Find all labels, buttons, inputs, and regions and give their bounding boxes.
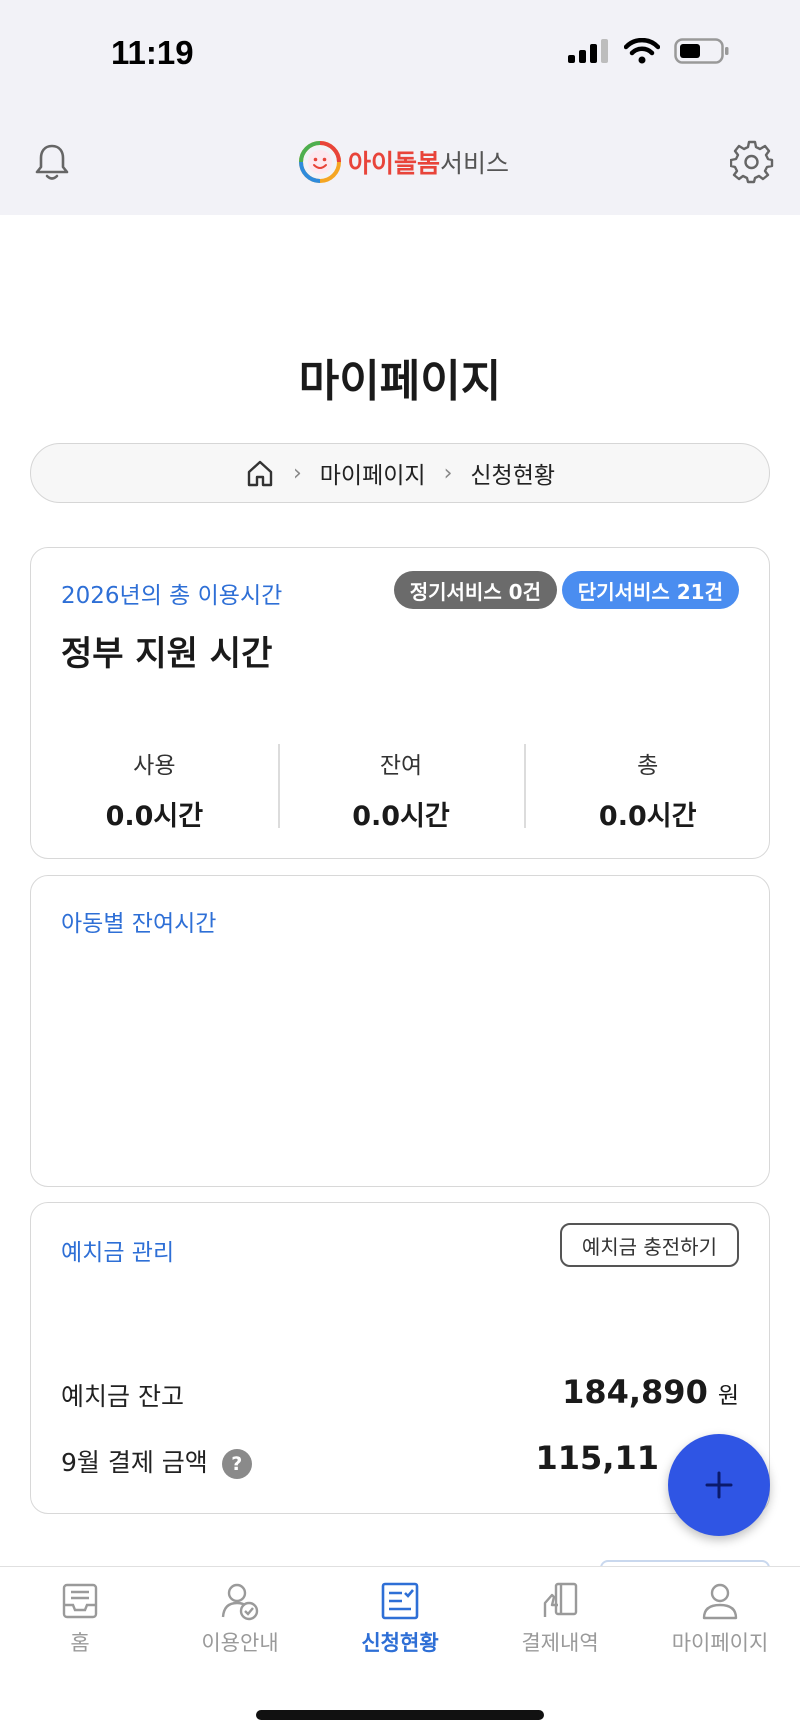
nav-home[interactable]: 홈 [0, 1581, 160, 1657]
balance-unit: 원 [717, 1383, 739, 1409]
smile-logo-icon [299, 141, 341, 183]
signal-icon [568, 39, 608, 63]
nav-guide[interactable]: 이용안내 [160, 1581, 320, 1657]
app-header: 아이돌봄서비스 [0, 110, 800, 215]
wifi-icon [624, 38, 660, 64]
payment-value: 115,11 [535, 1439, 659, 1477]
stat-label: 사용 [133, 753, 176, 779]
breadcrumb: › 마이페이지 › 신청현황 [30, 443, 770, 503]
gov-support-title: 정부 지원 시간 [61, 634, 273, 674]
card-payment-icon [543, 1582, 578, 1617]
page-title: 마이페이지 [298, 356, 502, 407]
add-fab-button[interactable] [668, 1434, 770, 1536]
stat-total: 총 0.0시간 [524, 744, 771, 832]
nav-label: 신청현황 [361, 1631, 439, 1655]
checklist-icon [381, 1582, 419, 1620]
deposit-heading: 예치금 관리 [61, 1240, 175, 1266]
battery-icon [674, 38, 729, 64]
stat-label: 잔여 [379, 753, 423, 779]
chevron-right-icon: › [443, 460, 453, 486]
home-icon[interactable] [245, 458, 275, 488]
breadcrumb-item-application-status[interactable]: 신청현황 [470, 456, 555, 490]
stat-used: 사용 0.0시간 [31, 744, 278, 832]
inbox-icon [62, 1583, 98, 1619]
child-remaining-heading: 아동별 잔여시간 [61, 911, 217, 937]
usage-stats: 사용 0.0시간 잔여 0.0시간 총 0.0시간 [31, 744, 771, 832]
stat-value: 0.0시간 [352, 801, 450, 832]
stat-remaining: 잔여 0.0시간 [277, 744, 525, 832]
help-icon[interactable]: ? [221, 1449, 252, 1479]
nav-payment-history[interactable]: 결제내역 [480, 1581, 640, 1657]
balance-value: 184,890 [562, 1373, 708, 1411]
balance-label: 예치금 잔고 [61, 1382, 184, 1411]
logo-suffix: 서비스 [440, 149, 510, 178]
usage-card: 2026년의 총 이용시간 정기서비스 0건 단기서비스 21건 정부 지원 시… [30, 547, 770, 859]
nav-mypage[interactable]: 마이페이지 [640, 1581, 800, 1657]
status-bar: 11:19 [0, 0, 800, 110]
balance-value-row: 184,890 원 [562, 1373, 739, 1411]
plus-icon [705, 1471, 733, 1499]
nav-label: 결제내역 [521, 1631, 599, 1655]
payment-label: 9월 결제 금액 [61, 1448, 208, 1477]
breadcrumb-item-mypage[interactable]: 마이페이지 [320, 456, 426, 490]
logo-brand: 아이돌봄 [348, 149, 441, 178]
status-icons [568, 38, 730, 64]
gear-icon[interactable] [730, 140, 774, 184]
user-icon [702, 1583, 738, 1620]
deposit-card: 예치금 관리 예치금 충전하기 예치금 잔고 184,890 원 9월 결제 금액… [30, 1202, 770, 1514]
status-time: 11:19 [111, 34, 194, 71]
child-remaining-card: 아동별 잔여시간 [30, 875, 770, 1187]
stat-label: 총 [637, 753, 659, 779]
stat-value: 0.0시간 [598, 801, 697, 832]
nav-label: 이용안내 [201, 1631, 279, 1655]
nav-label: 홈 [70, 1631, 90, 1655]
logo-text: 아이돌봄서비스 [348, 144, 509, 180]
user-check-icon [221, 1583, 259, 1621]
bottom-nav: 홈 이용안내 신청현황 결제내역 마이페이지 [0, 1566, 800, 1734]
home-indicator [256, 1710, 544, 1720]
bell-icon[interactable] [30, 140, 74, 184]
nav-application-status[interactable]: 신청현황 [320, 1581, 480, 1657]
app-logo[interactable]: 아이돌봄서비스 [298, 140, 509, 184]
chevron-right-icon: › [292, 460, 302, 486]
payment-label-row: 9월 결제 금액? [61, 1443, 252, 1479]
regular-service-badge: 정기서비스 0건 [393, 571, 557, 609]
usage-card-heading: 2026년의 총 이용시간 [61, 583, 283, 609]
deposit-charge-button[interactable]: 예치금 충전하기 [559, 1223, 739, 1267]
nav-label: 마이페이지 [671, 1631, 769, 1655]
short-service-badge: 단기서비스 21건 [561, 571, 739, 609]
stat-value: 0.0시간 [105, 801, 204, 832]
